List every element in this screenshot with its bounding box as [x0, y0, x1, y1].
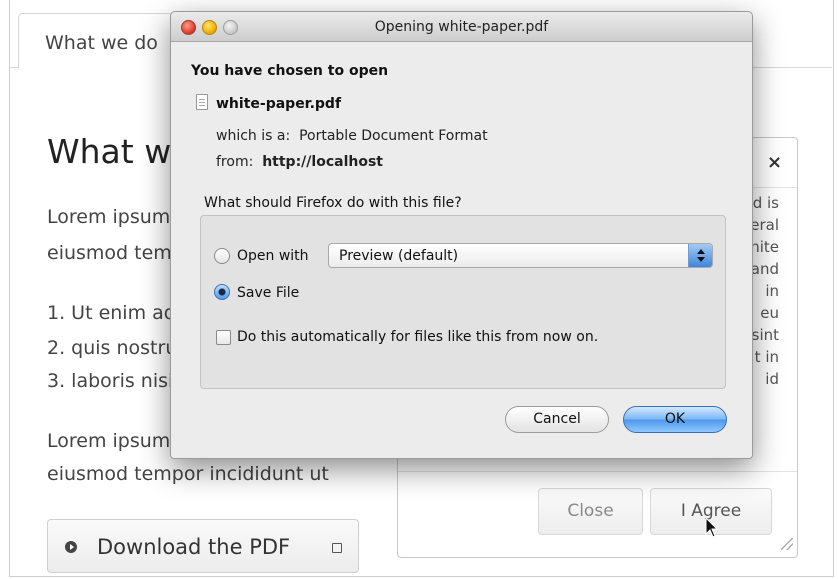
save-file-radio[interactable] [214, 284, 230, 300]
download-pdf-label: Download the PDF [97, 535, 291, 559]
modal-text-fragment: sint [751, 326, 779, 344]
download-pdf-button[interactable]: Download the PDF [47, 519, 359, 573]
dialog-title: Opening white-paper.pdf [374, 19, 549, 35]
modal-text-fragment: id [765, 370, 779, 388]
file-source-value: http://localhost [262, 154, 383, 170]
open-with-radio[interactable] [214, 248, 230, 264]
file-type-line: which is a: Portable Document Format [216, 128, 488, 144]
open-with-app-select[interactable]: Preview (default) [328, 243, 713, 268]
cancel-button[interactable]: Cancel [505, 406, 609, 433]
arrow-cursor-icon [705, 517, 719, 538]
ok-button[interactable]: OK [623, 406, 727, 433]
play-circle-icon [65, 541, 77, 553]
dialog-titlebar[interactable]: Opening white-paper.pdf [171, 12, 752, 42]
select-arrows-icon [688, 244, 712, 267]
resize-grip-icon[interactable] [781, 538, 793, 550]
external-link-icon [332, 543, 342, 553]
modal-text-fragment: eu [760, 304, 779, 322]
modal-text-fragment: t in [754, 348, 779, 366]
pdf-file-icon [196, 94, 208, 110]
list-item: 2. quis nostrud [47, 337, 190, 359]
close-icon[interactable]: × [767, 152, 782, 173]
file-type-value: Portable Document Format [299, 128, 488, 144]
chosen-label: You have chosen to open [191, 63, 389, 79]
action-group-box [200, 215, 726, 389]
modal-text-fragment: in [765, 282, 779, 300]
close-button[interactable]: Close [538, 488, 643, 535]
action-question: What should Firefox do with this file? [204, 195, 462, 211]
file-source-prefix: from: [216, 154, 254, 170]
modal-footer [398, 471, 797, 472]
modal-text-fragment: eral [750, 216, 779, 234]
paragraph-text: eiusmod tempor incididunt ut [47, 463, 329, 485]
auto-action-checkbox[interactable] [216, 330, 231, 345]
download-dialog: Opening white-paper.pdf You have chosen … [170, 11, 753, 459]
tab-label: What we do [45, 32, 158, 54]
modal-text-fragment: d is [752, 194, 779, 212]
open-with-label[interactable]: Open with [237, 248, 309, 264]
modal-text-fragment: and [750, 260, 779, 278]
auto-action-label[interactable]: Do this automatically for files like thi… [237, 329, 598, 345]
file-type-prefix: which is a: [216, 128, 291, 144]
app-select-value: Preview (default) [339, 248, 459, 264]
save-file-label[interactable]: Save File [237, 285, 299, 301]
file-source-line: from: http://localhost [216, 154, 383, 170]
modal-text-fragment: hite [750, 238, 779, 256]
file-name: white-paper.pdf [216, 96, 342, 112]
